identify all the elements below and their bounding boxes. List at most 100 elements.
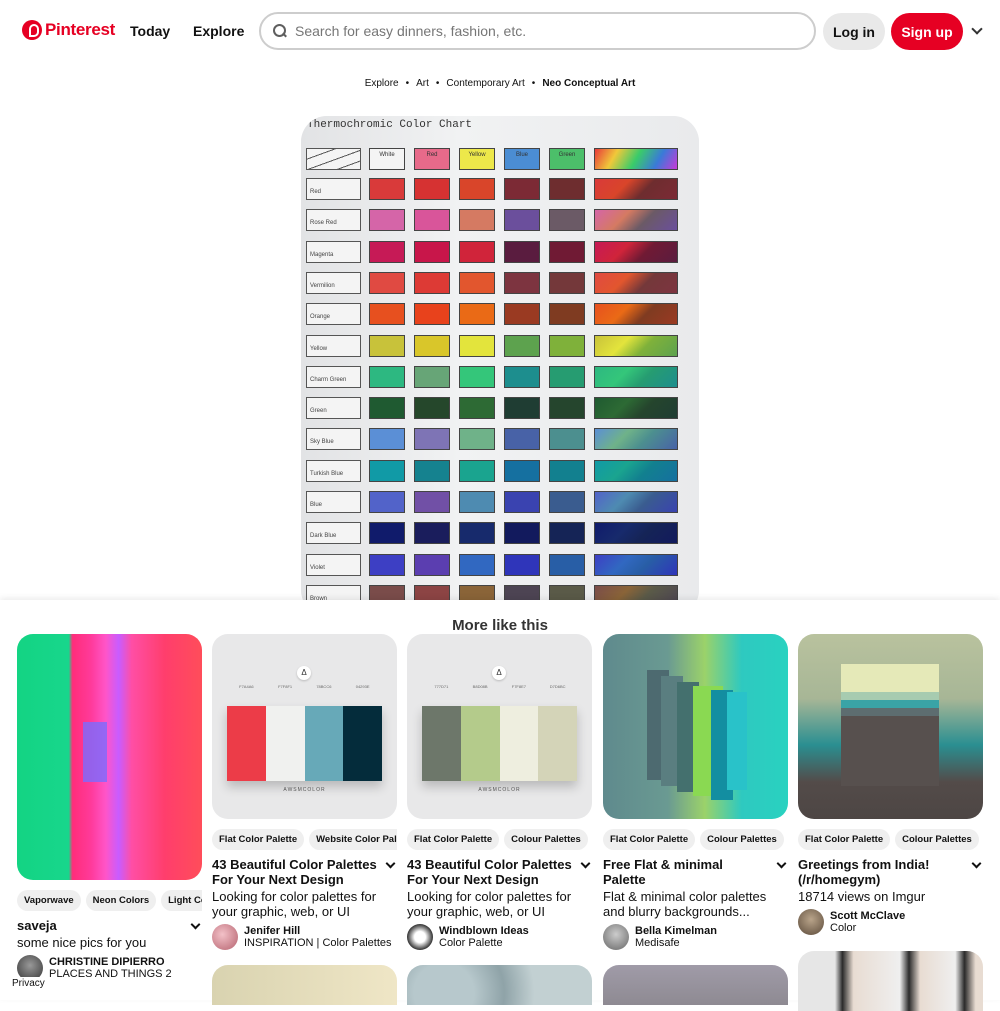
color-swatch <box>549 491 585 513</box>
chevron-down-icon[interactable] <box>971 23 983 35</box>
palette-code: 777D71 <box>434 684 449 689</box>
chart-row: Red <box>306 176 678 202</box>
breadcrumb-neo-conceptual-art[interactable]: Neo Conceptual Art <box>542 78 635 89</box>
chart-row-label: Green <box>306 397 361 420</box>
pin-title[interactable]: 43 Beautiful Color Palettes For Your Nex… <box>212 857 377 887</box>
chevron-down-icon[interactable] <box>971 858 982 869</box>
signup-button[interactable]: Sign up <box>891 13 963 50</box>
chart-header-cell: Yellow <box>459 148 495 170</box>
tag-chip[interactable]: Neon Colors <box>85 890 157 911</box>
author-name: CHRISTINE DIPIERRO <box>49 956 165 968</box>
color-swatch <box>414 271 450 294</box>
color-swatch <box>459 491 495 513</box>
chart-title: Thermochromic Color Chart <box>307 119 473 131</box>
chevron-down-icon[interactable] <box>580 858 591 869</box>
pin-title[interactable]: Greetings from India! (/r/homegym) <box>798 857 963 887</box>
color-swatch <box>504 334 540 357</box>
chevron-down-icon[interactable] <box>776 858 787 869</box>
pin-image[interactable] <box>17 634 202 880</box>
palette-swatch <box>841 692 939 700</box>
tag-chip[interactable]: Flat Color Palette <box>798 829 891 850</box>
pin-author[interactable]: Scott McClave Color <box>798 909 983 935</box>
chart-gradient-swatch <box>594 459 678 482</box>
tag-chip[interactable]: Website Color Palette <box>309 829 397 850</box>
main-pin-image[interactable]: Thermochromic Color Chart White Red Yellow… <box>301 116 699 616</box>
pin-image[interactable] <box>407 965 592 1005</box>
pin-image[interactable] <box>798 951 983 1011</box>
pinterest-logo[interactable]: Pinterest <box>22 20 115 40</box>
color-swatch <box>459 178 495 200</box>
chart-header-cell: Red <box>414 148 450 170</box>
pin-card[interactable]: Flat Color Palette Colour Palettes Free … <box>603 634 788 950</box>
color-swatch <box>369 553 405 576</box>
nav-today[interactable]: Today <box>130 23 170 39</box>
color-swatch <box>459 240 495 263</box>
pin-author[interactable]: Bella Kimelman Medisafe <box>603 924 788 950</box>
breadcrumb-contemporary-art[interactable]: Contemporary Art <box>446 78 524 89</box>
color-swatch <box>459 334 495 357</box>
color-swatch <box>414 178 450 200</box>
corridor-light <box>83 722 107 782</box>
chart-row-label: Rose Red <box>306 209 361 232</box>
tag-chip[interactable]: Flat Color Palette <box>407 829 500 850</box>
color-swatch <box>549 178 585 200</box>
pin-card[interactable]: Δ F7A4A6 F7F8F1 78BCC6 04293E AWSMCOLOR … <box>212 634 397 950</box>
chevron-down-icon[interactable] <box>385 858 396 869</box>
pin-image[interactable] <box>603 634 788 819</box>
search-icon <box>273 24 287 38</box>
tag-chip[interactable]: Colour Palettes <box>895 829 979 850</box>
pin-author[interactable]: Jenifer Hill INSPIRATION | Color Palette… <box>212 924 397 950</box>
chart-row: Charm Green <box>306 364 678 390</box>
color-swatch <box>459 271 495 294</box>
author-board: PLACES AND THINGS 2 <box>49 968 172 980</box>
pin-image[interactable]: Δ 777D71 B8D08B F7F8E7 D7D6BC AWSMCOLOR <box>407 634 592 819</box>
search-bar[interactable] <box>259 12 816 50</box>
palette-swatch <box>841 708 939 716</box>
pin-title[interactable]: 43 Beautiful Color Palettes For Your Nex… <box>407 857 572 887</box>
tag-chip[interactable]: Flat Color Palette <box>603 829 696 850</box>
tag-chip[interactable]: Colour Palettes <box>504 829 588 850</box>
pin-title[interactable]: saveja <box>17 918 182 933</box>
color-swatch <box>369 459 405 482</box>
login-button[interactable]: Log in <box>823 13 885 50</box>
search-input[interactable] <box>295 23 775 39</box>
avatar <box>798 909 824 935</box>
author-board: Medisafe <box>635 937 680 949</box>
author-name: Windblown Ideas <box>439 925 529 937</box>
color-swatch <box>549 334 585 357</box>
author-name: Scott McClave <box>830 910 906 922</box>
nav-explore[interactable]: Explore <box>193 23 244 39</box>
color-swatch <box>504 459 540 482</box>
color-swatch <box>504 178 540 200</box>
breadcrumb-explore[interactable]: Explore <box>365 78 399 89</box>
palette-swatch <box>841 716 939 786</box>
privacy-link[interactable]: Privacy <box>8 977 49 990</box>
color-swatch <box>459 428 495 451</box>
pin-title[interactable]: Free Flat & minimal Palette <box>603 857 768 887</box>
chart-gradient-swatch <box>594 428 678 451</box>
tag-chip[interactable]: Colour Palettes <box>700 829 784 850</box>
tag-chip[interactable]: Vaporwave <box>17 890 81 911</box>
color-swatch <box>459 303 495 326</box>
pin-image[interactable] <box>798 634 983 819</box>
tag-chip[interactable]: Light Colors <box>161 890 202 911</box>
section-title: More like this <box>452 617 548 634</box>
color-swatch <box>459 522 495 545</box>
pin-card[interactable]: Flat Color Palette Colour Palettes Greet… <box>798 634 983 935</box>
chart-row: Vermilion <box>306 270 678 296</box>
pin-author[interactable]: Windblown Ideas Color Palette <box>407 924 592 950</box>
breadcrumb-art[interactable]: Art <box>416 78 429 89</box>
palette-swatch <box>304 706 344 781</box>
pin-image[interactable]: Δ F7A4A6 F7F8F1 78BCC6 04293E AWSMCOLOR <box>212 634 397 819</box>
palette-code: D7D6BC <box>549 684 566 689</box>
tag-chip[interactable]: Flat Color Palette <box>212 829 305 850</box>
pin-card[interactable]: Δ 777D71 B8D08B F7F8E7 D7D6BC AWSMCOLOR … <box>407 634 592 950</box>
pin-image[interactable] <box>603 965 788 1005</box>
tag-chips: Vaporwave Neon Colors Light Colors <box>17 890 202 911</box>
pin-card[interactable]: Vaporwave Neon Colors Light Colors savej… <box>17 634 202 981</box>
color-swatch <box>549 240 585 263</box>
chart-gradient-swatch <box>594 209 678 232</box>
chevron-down-icon[interactable] <box>190 919 201 930</box>
chart-header-cell: Blue <box>504 148 540 170</box>
pin-image[interactable] <box>212 965 397 1005</box>
